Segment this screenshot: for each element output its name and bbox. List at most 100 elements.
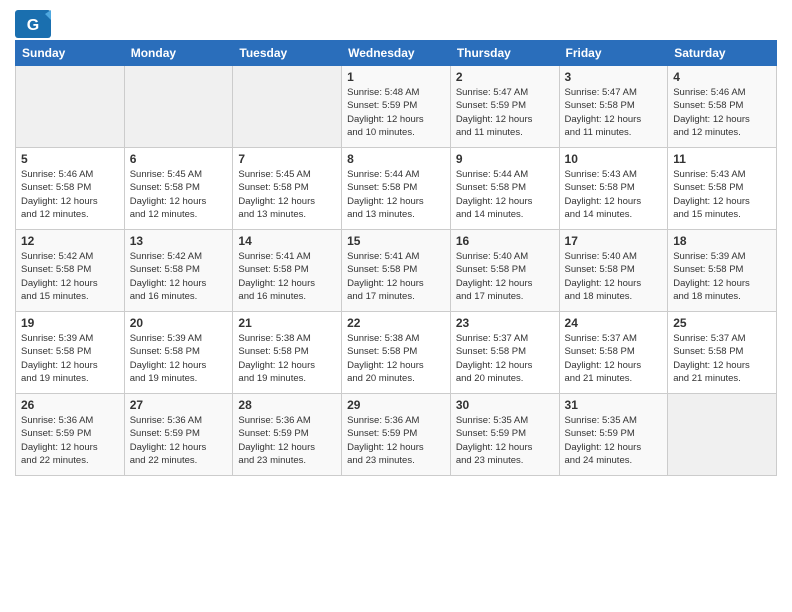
day-cell: 11Sunrise: 5:43 AMSunset: 5:58 PMDayligh… — [668, 148, 777, 230]
day-cell: 5 Sunrise: 5:46 AMSunset: 5:58 PMDaylight… — [16, 148, 125, 230]
day-number: 2 — [456, 70, 554, 84]
day-cell — [233, 66, 342, 148]
header-cell-tuesday: Tuesday — [233, 41, 342, 66]
day-number: 17 — [565, 234, 663, 248]
day-info: Sunrise: 5:40 AMSunset: 5:58 PMDaylight:… — [565, 250, 663, 303]
day-cell: 15Sunrise: 5:41 AMSunset: 5:58 PMDayligh… — [342, 230, 451, 312]
day-number: 6 — [130, 152, 228, 166]
day-info: Sunrise: 5:36 AMSunset: 5:59 PMDaylight:… — [238, 414, 336, 467]
day-info: Sunrise: 5:39 AMSunset: 5:58 PMDaylight:… — [673, 250, 771, 303]
header-cell-friday: Friday — [559, 41, 668, 66]
week-row-1: 5 Sunrise: 5:46 AMSunset: 5:58 PMDaylight… — [16, 148, 777, 230]
day-cell: 6 Sunrise: 5:45 AMSunset: 5:58 PMDaylight… — [124, 148, 233, 230]
day-info: Sunrise: 5:37 AMSunset: 5:58 PMDaylight:… — [565, 332, 663, 385]
calendar-table: SundayMondayTuesdayWednesdayThursdayFrid… — [15, 40, 777, 476]
week-row-4: 26 Sunrise: 5:36 AMSunset: 5:59 PMDayligh… — [16, 394, 777, 476]
day-info: Sunrise: 5:38 AMSunset: 5:58 PMDaylight:… — [238, 332, 336, 385]
day-info: Sunrise: 5:35 AMSunset: 5:59 PMDaylight:… — [565, 414, 663, 467]
day-number: 22 — [347, 316, 445, 330]
logo: G — [15, 10, 49, 32]
day-number: 18 — [673, 234, 771, 248]
day-info: Sunrise: 5:36 AMSunset: 5:59 PMDaylight:… — [21, 414, 119, 467]
day-info: Sunrise: 5:40 AMSunset: 5:58 PMDaylight:… — [456, 250, 554, 303]
day-cell: 20 Sunrise: 5:39 AMSunset: 5:58 PMDayligh… — [124, 312, 233, 394]
day-info: Sunrise: 5:46 AMSunset: 5:58 PMDaylight:… — [21, 168, 119, 221]
calendar-container: G SundayMondayTuesdayWednesdayThursdayFr… — [0, 0, 792, 612]
day-cell: 21 Sunrise: 5:38 AMSunset: 5:58 PMDayligh… — [233, 312, 342, 394]
day-number: 27 — [130, 398, 228, 412]
day-cell: 28Sunrise: 5:36 AMSunset: 5:59 PMDayligh… — [233, 394, 342, 476]
day-cell: 17 Sunrise: 5:40 AMSunset: 5:58 PMDayligh… — [559, 230, 668, 312]
day-cell: 13Sunrise: 5:42 AMSunset: 5:58 PMDayligh… — [124, 230, 233, 312]
day-number: 13 — [130, 234, 228, 248]
day-info: Sunrise: 5:43 AMSunset: 5:58 PMDaylight:… — [565, 168, 663, 221]
day-cell: 4 Sunrise: 5:46 AMSunset: 5:58 PMDaylight… — [668, 66, 777, 148]
day-cell: 30 Sunrise: 5:35 AMSunset: 5:59 PMDayligh… — [450, 394, 559, 476]
day-cell: 26 Sunrise: 5:36 AMSunset: 5:59 PMDayligh… — [16, 394, 125, 476]
header-cell-saturday: Saturday — [668, 41, 777, 66]
day-number: 14 — [238, 234, 336, 248]
day-number: 4 — [673, 70, 771, 84]
day-cell: 18 Sunrise: 5:39 AMSunset: 5:58 PMDayligh… — [668, 230, 777, 312]
day-cell: 25Sunrise: 5:37 AMSunset: 5:58 PMDayligh… — [668, 312, 777, 394]
day-number: 24 — [565, 316, 663, 330]
day-cell: 29 Sunrise: 5:36 AMSunset: 5:59 PMDayligh… — [342, 394, 451, 476]
day-number: 12 — [21, 234, 119, 248]
day-info: Sunrise: 5:46 AMSunset: 5:58 PMDaylight:… — [673, 86, 771, 139]
header: G — [15, 10, 777, 32]
day-info: Sunrise: 5:37 AMSunset: 5:58 PMDaylight:… — [456, 332, 554, 385]
day-cell: 22 Sunrise: 5:38 AMSunset: 5:58 PMDayligh… — [342, 312, 451, 394]
logo-icon: G — [15, 10, 45, 32]
day-info: Sunrise: 5:44 AMSunset: 5:58 PMDaylight:… — [347, 168, 445, 221]
day-number: 5 — [21, 152, 119, 166]
day-number: 1 — [347, 70, 445, 84]
day-cell: 24 Sunrise: 5:37 AMSunset: 5:58 PMDayligh… — [559, 312, 668, 394]
day-cell: 7Sunrise: 5:45 AMSunset: 5:58 PMDaylight… — [233, 148, 342, 230]
week-row-3: 19Sunrise: 5:39 AMSunset: 5:58 PMDayligh… — [16, 312, 777, 394]
day-info: Sunrise: 5:45 AMSunset: 5:58 PMDaylight:… — [130, 168, 228, 221]
day-number: 10 — [565, 152, 663, 166]
header-cell-thursday: Thursday — [450, 41, 559, 66]
day-info: Sunrise: 5:42 AMSunset: 5:58 PMDaylight:… — [21, 250, 119, 303]
svg-text:G: G — [27, 17, 39, 34]
day-cell: 10 Sunrise: 5:43 AMSunset: 5:58 PMDayligh… — [559, 148, 668, 230]
day-info: Sunrise: 5:39 AMSunset: 5:58 PMDaylight:… — [130, 332, 228, 385]
day-number: 30 — [456, 398, 554, 412]
day-info: Sunrise: 5:38 AMSunset: 5:58 PMDaylight:… — [347, 332, 445, 385]
day-info: Sunrise: 5:35 AMSunset: 5:59 PMDaylight:… — [456, 414, 554, 467]
day-info: Sunrise: 5:48 AMSunset: 5:59 PMDaylight:… — [347, 86, 445, 139]
day-info: Sunrise: 5:39 AMSunset: 5:58 PMDaylight:… — [21, 332, 119, 385]
day-cell: 16 Sunrise: 5:40 AMSunset: 5:58 PMDayligh… — [450, 230, 559, 312]
day-info: Sunrise: 5:45 AMSunset: 5:58 PMDaylight:… — [238, 168, 336, 221]
header-cell-sunday: Sunday — [16, 41, 125, 66]
day-number: 11 — [673, 152, 771, 166]
day-cell: 9Sunrise: 5:44 AMSunset: 5:58 PMDaylight… — [450, 148, 559, 230]
header-cell-monday: Monday — [124, 41, 233, 66]
day-cell — [124, 66, 233, 148]
day-cell: 14 Sunrise: 5:41 AMSunset: 5:58 PMDayligh… — [233, 230, 342, 312]
day-info: Sunrise: 5:47 AMSunset: 5:59 PMDaylight:… — [456, 86, 554, 139]
day-number: 31 — [565, 398, 663, 412]
day-info: Sunrise: 5:37 AMSunset: 5:58 PMDaylight:… — [673, 332, 771, 385]
header-row: SundayMondayTuesdayWednesdayThursdayFrid… — [16, 41, 777, 66]
calendar-body: 1 Sunrise: 5:48 AMSunset: 5:59 PMDaylight… — [16, 66, 777, 476]
day-number: 15 — [347, 234, 445, 248]
day-number: 20 — [130, 316, 228, 330]
day-cell: 19Sunrise: 5:39 AMSunset: 5:58 PMDayligh… — [16, 312, 125, 394]
day-cell: 3Sunrise: 5:47 AMSunset: 5:58 PMDaylight… — [559, 66, 668, 148]
day-info: Sunrise: 5:36 AMSunset: 5:59 PMDaylight:… — [347, 414, 445, 467]
day-number: 29 — [347, 398, 445, 412]
day-number: 8 — [347, 152, 445, 166]
day-cell — [16, 66, 125, 148]
week-row-0: 1 Sunrise: 5:48 AMSunset: 5:59 PMDaylight… — [16, 66, 777, 148]
day-cell: 2 Sunrise: 5:47 AMSunset: 5:59 PMDaylight… — [450, 66, 559, 148]
day-info: Sunrise: 5:47 AMSunset: 5:58 PMDaylight:… — [565, 86, 663, 139]
day-number: 23 — [456, 316, 554, 330]
day-cell: 1 Sunrise: 5:48 AMSunset: 5:59 PMDaylight… — [342, 66, 451, 148]
week-row-2: 12 Sunrise: 5:42 AMSunset: 5:58 PMDayligh… — [16, 230, 777, 312]
day-number: 9 — [456, 152, 554, 166]
day-number: 16 — [456, 234, 554, 248]
day-info: Sunrise: 5:41 AMSunset: 5:58 PMDaylight:… — [238, 250, 336, 303]
day-number: 21 — [238, 316, 336, 330]
day-number: 26 — [21, 398, 119, 412]
